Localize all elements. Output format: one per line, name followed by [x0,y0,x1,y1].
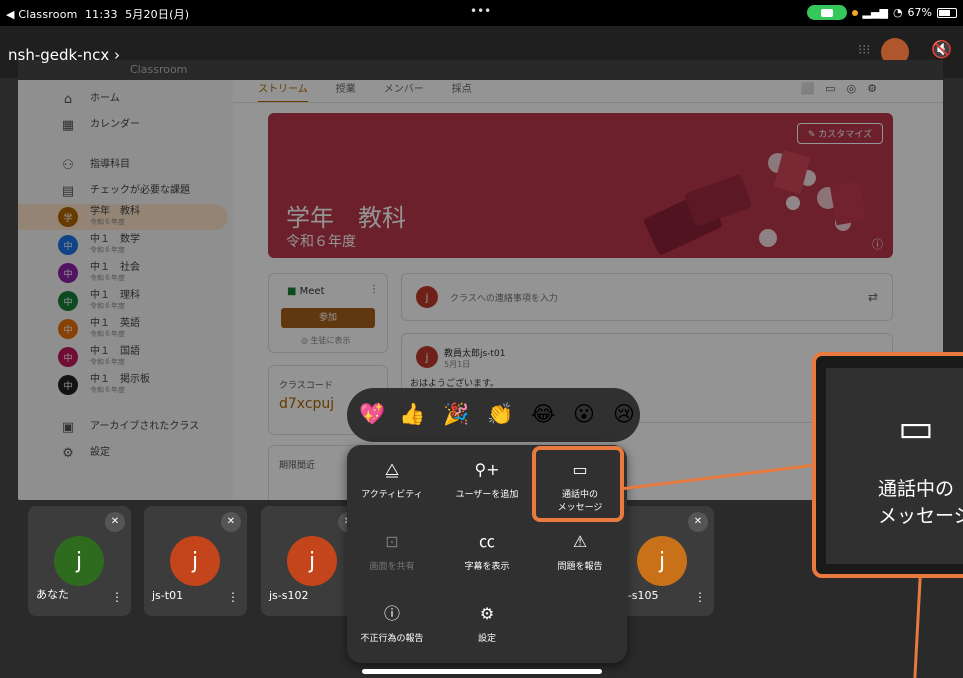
share-screen-button[interactable]: ⊡ 画面を共有 [347,532,437,573]
participant-name: js-t01 [152,589,184,602]
battery-percent: 67% [907,6,932,19]
reaction-thumbs-up[interactable]: 👍 [399,401,425,427]
reaction-laugh[interactable]: 😂 [531,401,556,427]
zoom-callout-panel [826,368,963,564]
status-date: 5月20日(月) [125,8,190,21]
feedback-icon: ⚠ [572,532,588,551]
grid-icon: ⁝⁝⁝ [858,43,871,58]
report-abuse-button[interactable]: ⓘ 不正行為の報告 [347,604,437,645]
captions-button[interactable]: ㏄字幕を表示 [442,532,532,573]
more-options-icon[interactable]: ⋮ [694,590,706,604]
reaction-party[interactable]: 🎉 [443,401,469,427]
participant-avatar: j [287,536,337,586]
meeting-code: nsh-gedk-ncx › [8,46,121,64]
mic-muted-icon: ✕ [688,512,708,532]
battery-icon [937,7,957,18]
home-indicator [362,669,602,674]
chat-icon: ▭ [898,406,934,450]
camera-in-use-indicator [806,5,847,20]
present-icon: ⊡ [385,532,399,551]
gear-icon: ⚙ [479,604,495,623]
mic-muted-icon: ✕ [105,512,125,532]
participant-avatar: j [637,536,687,586]
report-problem-button[interactable]: ⚠ 問題を報告 [535,532,625,573]
settings-button[interactable]: ⚙ 設定 [442,604,532,645]
participant-avatar: j [170,536,220,586]
status-left: ◀ Classroom 11:33 5月20日(月) [6,6,189,22]
reaction-heart[interactable]: 💖 [359,401,385,427]
status-time: 11:33 [84,8,118,21]
highlight-box [532,446,624,522]
mic-indicator-dot [851,9,858,16]
back-to-app-link[interactable]: ◀ Classroom [6,8,78,21]
add-user-button[interactable]: ⚲+ ユーザーを追加 [442,460,532,501]
activities-button[interactable]: ⧋ アクティビティ [347,460,437,501]
signal-icon: ▂▄▆ [862,6,888,19]
more-options-icon[interactable]: ⋮ [227,590,239,604]
participant-name: あなた [36,588,69,601]
participant-avatar: j [54,536,104,586]
participant-tile[interactable]: ✕ j あなた ⋮ [28,506,131,616]
mic-off-icon[interactable]: 🔇 [931,40,952,60]
captions-icon: ㏄ [478,532,495,551]
activities-icon: ⧋ [384,460,400,479]
multitasking-dots[interactable]: ••• [470,4,491,18]
status-bar: ◀ Classroom 11:33 5月20日(月) ••• ▂▄▆ ◔ 67% [0,0,963,26]
wifi-icon: ◔ [892,6,903,19]
status-right: ▂▄▆ ◔ 67% [806,5,957,20]
participant-name: js-s102 [269,589,309,602]
zoom-callout-label: 通話中のメッセージ [878,478,963,527]
reaction-cry[interactable]: 😢 [613,401,635,427]
reaction-surprise[interactable]: 😮 [573,401,595,427]
zoom-callout: ▭ 通話中のメッセージ [812,352,963,578]
more-options-icon[interactable]: ⋮ [111,590,123,604]
participant-tile[interactable]: ✕ j js-t01 ⋮ [144,506,247,616]
mic-muted-icon: ✕ [221,512,241,532]
reactions-bar: 💖 👍 🎉 👏 😂 😮 😢 [347,388,640,442]
reaction-clap[interactable]: 👏 [487,401,513,427]
alert-icon: ⓘ [383,604,400,623]
callout-pointer [913,577,922,678]
add-person-icon: ⚲+ [474,460,500,479]
